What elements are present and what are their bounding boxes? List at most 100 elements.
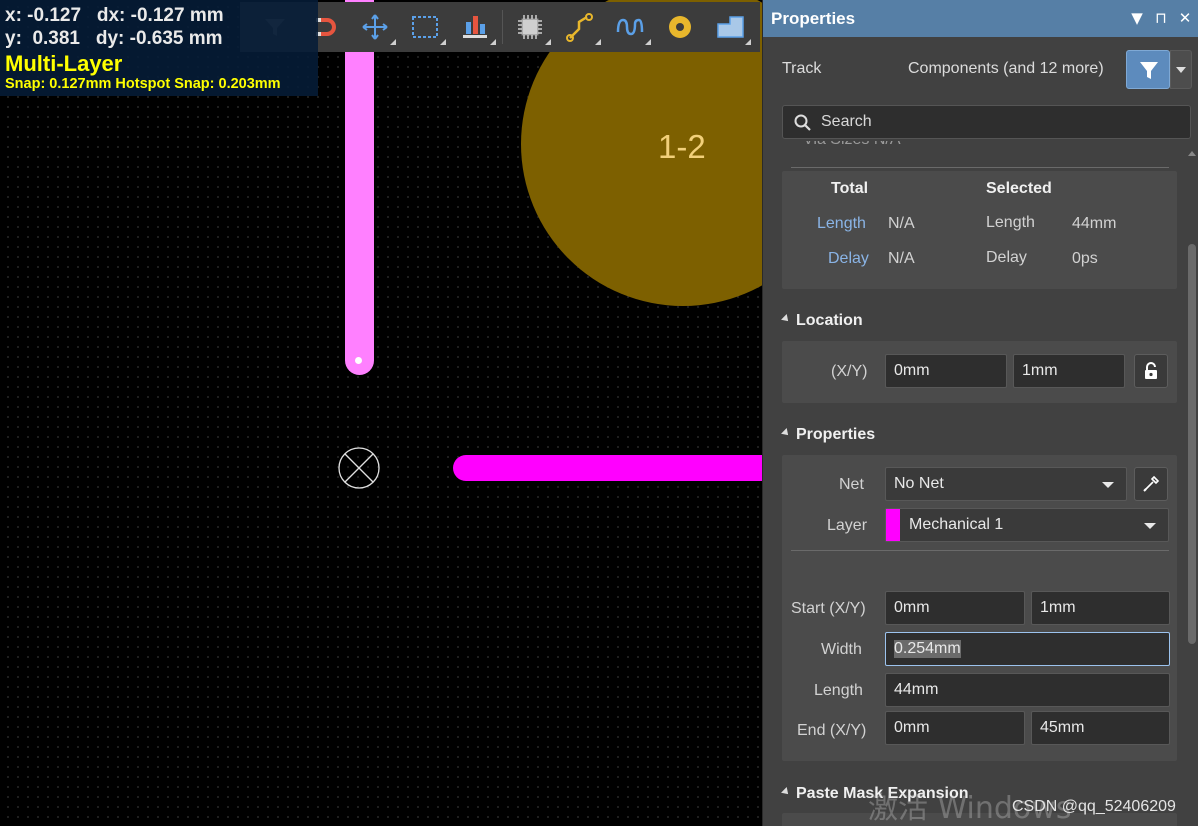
start-xy-label: Start (X/Y) — [791, 600, 866, 617]
properties-box: Net No Net Layer Mechanical 1 Start (X/Y… — [782, 455, 1177, 761]
total-delay-label: Delay — [828, 250, 869, 267]
collapse-paste-mask-icon[interactable] — [781, 787, 791, 797]
selected-length-label: Length — [986, 214, 1035, 231]
chevron-down-icon — [1144, 523, 1156, 529]
chevron-down-icon — [1102, 482, 1114, 488]
scroll-up-arrow-icon[interactable] — [1188, 151, 1196, 156]
origin-crosshair-icon — [338, 447, 380, 489]
eyedropper-icon — [1143, 475, 1160, 492]
selected-length-value: 44mm — [1072, 215, 1117, 232]
selection-filter-button[interactable] — [1126, 50, 1170, 89]
scrollbar-thumb[interactable] — [1188, 244, 1196, 644]
total-length-label: Length — [817, 215, 866, 232]
section-divider — [791, 167, 1169, 168]
total-delay-value: N/A — [888, 250, 915, 267]
pad-designator-label: 1-2 — [658, 128, 706, 165]
place-polygon-button[interactable] — [705, 3, 755, 51]
interactive-route-button[interactable] — [555, 3, 605, 51]
start-y-value: 1mm — [1040, 599, 1076, 616]
net-label: Net — [839, 476, 864, 493]
align-tool-button[interactable] — [450, 3, 500, 51]
track-horizontal[interactable] — [453, 455, 762, 481]
properties-panel: Properties ▼ ⊓ ✕ Track Components (and 1… — [762, 0, 1198, 826]
filter-dropdown-button[interactable] — [1170, 50, 1192, 89]
net-select[interactable]: No Net — [885, 467, 1127, 501]
lock-icon — [1145, 362, 1157, 379]
panel-title-bar: Properties ▼ ⊓ ✕ — [763, 0, 1198, 37]
layer-select[interactable]: Mechanical 1 — [885, 508, 1169, 542]
location-xy-label: (X/Y) — [831, 363, 868, 380]
hud-y-coordinates: y: 0.381 dy: -0.635 mm — [5, 28, 223, 49]
length-label: Length — [814, 682, 863, 699]
end-xy-label: End (X/Y) — [797, 722, 867, 739]
width-input[interactable]: 0.254mm — [885, 632, 1170, 666]
toolbar-separator — [502, 10, 503, 44]
start-y-input[interactable]: 1mm — [1031, 591, 1170, 625]
panel-menu-icon[interactable]: ▼ — [1127, 8, 1147, 28]
net-value: No Net — [894, 475, 944, 492]
object-filter-summary[interactable]: Components (and 12 more) — [908, 60, 1104, 78]
length-tune-icon — [616, 18, 644, 36]
location-x-input[interactable]: 0mm — [885, 354, 1007, 388]
search-placeholder: Search — [821, 113, 872, 130]
hud-current-layer: Multi-Layer — [5, 51, 123, 76]
select-tool-button[interactable] — [400, 3, 450, 51]
end-y-value: 45mm — [1040, 719, 1085, 736]
hud-snap-info: Snap: 0.127mm Hotspot Snap: 0.203mm — [5, 76, 281, 92]
collapse-location-icon[interactable] — [781, 314, 791, 324]
search-field[interactable]: Search — [782, 105, 1191, 139]
hud-x-coordinates: x: -0.127 dx: -0.127 mm — [5, 5, 224, 26]
close-icon[interactable]: ✕ — [1175, 8, 1195, 28]
selected-delay-label: Delay — [986, 249, 1027, 266]
length-value: 44mm — [894, 681, 939, 698]
layer-value: Mechanical 1 — [909, 516, 1004, 533]
active-bar-toolbar — [240, 2, 760, 52]
properties-scroll-area[interactable]: Via Sizes N/A Total Selected Length N/A … — [763, 141, 1185, 826]
net-picker-button[interactable] — [1134, 467, 1168, 501]
location-x-value: 0mm — [894, 362, 930, 379]
pcb-canvas[interactable]: 1-2 — [0, 0, 762, 826]
length-tuning-button[interactable] — [605, 3, 655, 51]
length-summary-box: Total Selected Length N/A Length 44mm De… — [782, 171, 1177, 289]
properties-section-header[interactable]: Properties — [796, 426, 875, 444]
end-y-input[interactable]: 45mm — [1031, 711, 1170, 745]
total-heading: Total — [831, 180, 869, 197]
lock-location-button[interactable] — [1134, 354, 1168, 388]
track-endpoint-handle[interactable] — [355, 357, 362, 364]
place-component-button[interactable] — [505, 3, 555, 51]
search-icon — [794, 114, 811, 131]
selected-track-vertical[interactable] — [345, 0, 374, 375]
route-icon — [566, 13, 593, 42]
selected-heading: Selected — [986, 180, 1052, 197]
move-tool-button[interactable] — [350, 3, 400, 51]
selected-object-kind: Track — [782, 60, 822, 77]
total-length-value: N/A — [888, 215, 915, 232]
chevron-down-icon — [1176, 67, 1186, 73]
csdn-watermark: CSDN @qq_52406209 — [1012, 798, 1176, 815]
end-x-input[interactable]: 0mm — [885, 711, 1025, 745]
location-y-value: 1mm — [1022, 362, 1058, 379]
width-label: Width — [821, 641, 862, 658]
start-x-value: 0mm — [894, 599, 930, 616]
length-input[interactable]: 44mm — [885, 673, 1170, 707]
polygon-icon — [717, 16, 744, 38]
panel-scrollbar[interactable] — [1185, 141, 1198, 826]
location-section-header[interactable]: Location — [796, 312, 863, 330]
clipped-via-sizes-row: Via Sizes N/A — [803, 141, 901, 149]
align-icon — [463, 16, 487, 38]
pcb-editor-window: 1-2 x: -0.127 dx: -0.127 mm y: 0.381 dy:… — [0, 0, 1198, 826]
location-box: (X/Y) 0mm 1mm — [782, 341, 1177, 403]
move-icon — [362, 14, 388, 40]
collapse-properties-icon[interactable] — [781, 428, 791, 438]
component-icon — [518, 15, 542, 39]
filter-icon — [1140, 62, 1158, 79]
via-icon — [669, 16, 691, 38]
start-x-input[interactable]: 0mm — [885, 591, 1025, 625]
panel-title: Properties — [771, 9, 856, 28]
place-via-button[interactable] — [655, 3, 705, 51]
heads-up-display: x: -0.127 dx: -0.127 mm y: 0.381 dy: -0.… — [0, 0, 318, 96]
layer-label: Layer — [827, 517, 868, 534]
end-x-value: 0mm — [894, 719, 930, 736]
pin-icon[interactable]: ⊓ — [1151, 8, 1171, 28]
location-y-input[interactable]: 1mm — [1013, 354, 1125, 388]
